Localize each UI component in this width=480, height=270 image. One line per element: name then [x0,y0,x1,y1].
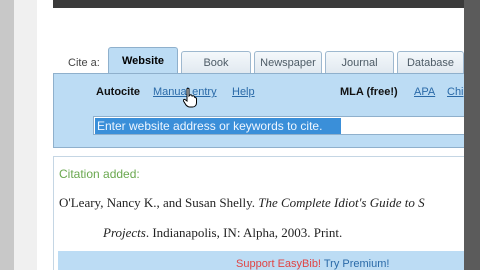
hand-pointer-icon [183,88,197,108]
citation-publisher: . Indianapolis, IN: Alpha, 2003. Print. [145,225,343,240]
citation-line-1: O'Leary, Nancy K., and Susan Shelly. The… [59,195,425,211]
top-bar [53,0,464,8]
help-link[interactable]: Help [232,86,255,98]
tab-book[interactable]: Book [181,51,251,73]
autocite-option[interactable]: Autocite [96,86,140,98]
tab-newspaper[interactable]: Newspaper [254,51,322,73]
tab-journal[interactable]: Journal [325,51,394,73]
chicago-style-link[interactable]: Chi [447,86,464,98]
citation-status: Citation added: [59,167,140,181]
citation-line-2: Projects. Indianapolis, IN: Alpha, 2003.… [103,225,342,241]
right-window-edge [464,0,480,270]
mla-style-option[interactable]: MLA (free!) [340,86,398,98]
try-premium-link[interactable]: Try Premium! [324,258,390,270]
citation-authors: O'Leary, Nancy K., and Susan Shelly. [59,195,259,210]
left-window-edge [0,0,37,270]
citation-title-cont: Projects [103,225,146,240]
cite-panel [53,73,464,148]
cite-label: Cite a: [68,57,100,69]
citation-title: The Complete Idiot's Guide to S [258,195,425,210]
support-banner: Support EasyBib! Try Premium! [236,258,389,270]
apa-style-link[interactable]: APA [414,86,435,98]
tab-database[interactable]: Database [397,51,464,73]
support-easybib-link[interactable]: Support EasyBib! [236,258,321,270]
search-input-value: Enter website address or keywords to cit… [97,119,323,133]
tab-website[interactable]: Website [108,47,178,74]
